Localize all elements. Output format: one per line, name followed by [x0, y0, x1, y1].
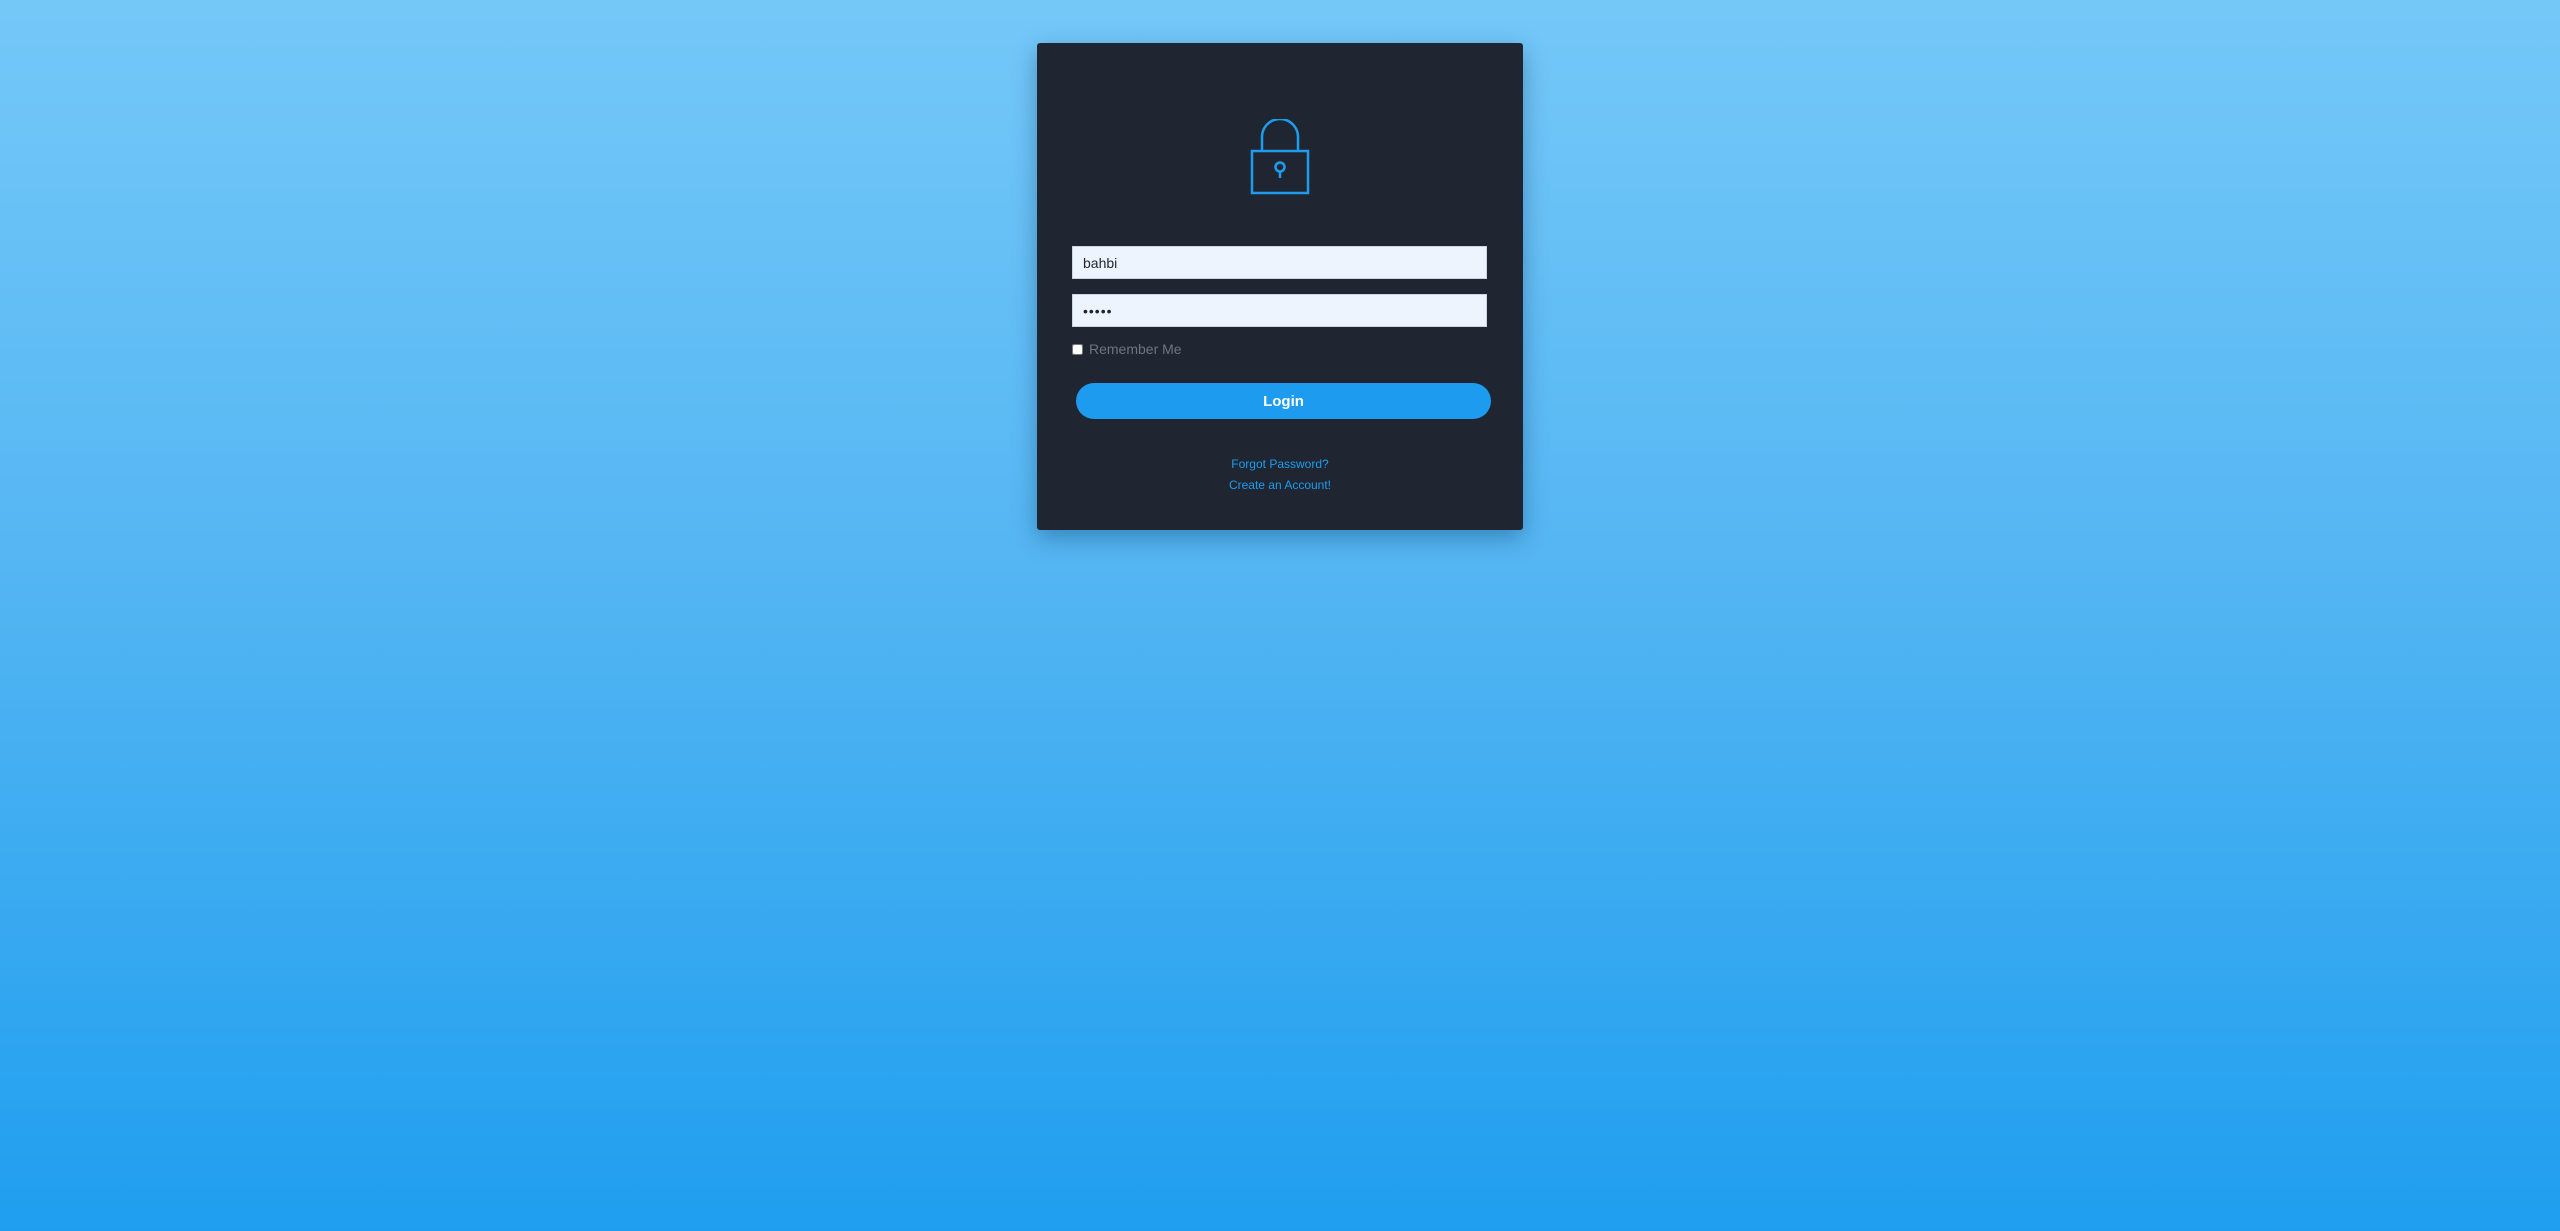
lock-icon	[1250, 119, 1310, 195]
remember-me-checkbox[interactable]	[1072, 343, 1083, 355]
password-input[interactable]	[1072, 294, 1487, 327]
remember-me-label: Remember Me	[1089, 341, 1182, 357]
login-card: Remember Me Login Forgot Password? Creat…	[1037, 43, 1523, 530]
login-button[interactable]: Login	[1076, 383, 1491, 419]
forgot-password-link[interactable]: Forgot Password?	[1037, 454, 1523, 475]
remember-me-row: Remember Me	[1072, 341, 1182, 357]
create-account-link[interactable]: Create an Account!	[1037, 475, 1523, 496]
account-links: Forgot Password? Create an Account!	[1037, 454, 1523, 496]
username-input[interactable]	[1072, 246, 1487, 279]
